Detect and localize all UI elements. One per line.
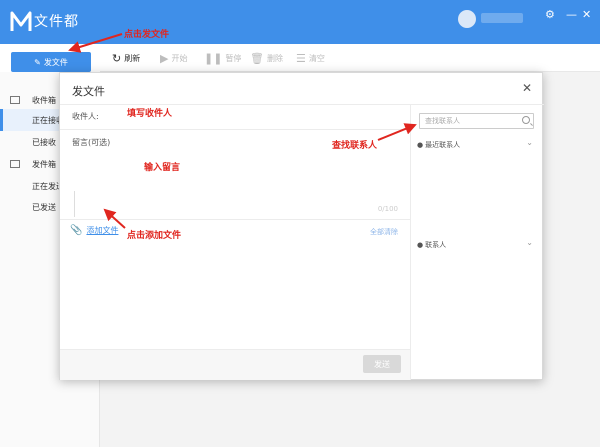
inbox-icon (10, 96, 20, 104)
add-file-button[interactable]: 📎 添加文件 (70, 225, 118, 236)
avatar[interactable] (458, 10, 476, 28)
pause-label: 暂停 (225, 54, 242, 63)
search-icon[interactable] (522, 116, 530, 124)
group-label: 联系人 (425, 241, 447, 249)
delete-label: 删除 (266, 54, 283, 63)
list-icon: ☰ (296, 52, 306, 65)
annotation-click-add: 点击添加文件 (127, 231, 182, 241)
divider (60, 219, 410, 220)
close-icon[interactable]: ✕ (522, 81, 532, 95)
toolbar: ↻ 刷新 ▶ 开始 ❚❚ 暂停 🗑 删除 ☰ 清空 (100, 44, 600, 72)
chevron-down-icon[interactable]: ⌄ (526, 138, 533, 147)
start-button[interactable]: ▶ 开始 (160, 52, 187, 65)
group-label: 最近联系人 (425, 141, 461, 149)
clear-button[interactable]: ☰ 清空 (296, 52, 325, 65)
refresh-button[interactable]: ↻ 刷新 (112, 52, 140, 65)
app-title: 文件都 (34, 14, 79, 30)
message-count: 0/100 (377, 205, 398, 213)
delete-button[interactable]: 🗑 删除 (250, 52, 283, 65)
play-icon: ▶ (160, 52, 169, 65)
annotation-fill-recipient: 填写收件人 (127, 109, 173, 119)
trash-icon: 🗑 (250, 52, 264, 65)
send-file-button[interactable]: ✎ 发文件 (11, 52, 91, 72)
sidebar-item-label: 发件箱 (32, 159, 56, 169)
user-name[interactable] (481, 13, 523, 23)
pause-icon: ❚❚ (204, 52, 223, 65)
dialog-title: 发文件 (72, 85, 105, 98)
message-input[interactable]: 0/100 (74, 191, 406, 217)
sidebar-item-label: 已接收 (32, 137, 56, 147)
annotation-find-contact: 查找联系人 (332, 141, 378, 151)
divider (60, 129, 410, 130)
annotation-input-message: 输入留言 (144, 163, 181, 173)
close-window-button[interactable]: ✕ (582, 8, 591, 21)
refresh-label: 刷新 (124, 54, 141, 63)
send-file-label: 发文件 (43, 57, 68, 67)
app-logo-icon (10, 11, 32, 31)
message-label: 留言(可选) (72, 138, 111, 147)
outbox-icon (10, 160, 20, 168)
gear-icon[interactable]: ⚙ (545, 8, 555, 21)
sidebar-item-label: 收件箱 (32, 95, 56, 105)
chevron-down-icon[interactable]: ⌄ (526, 238, 533, 247)
pause-button[interactable]: ❚❚ 暂停 (204, 52, 241, 65)
search-input[interactable] (420, 114, 518, 128)
edit-icon: ✎ (34, 57, 41, 67)
bullet-icon: ● (417, 241, 424, 249)
title-bar: 文件都 ⚙ — ✕ (0, 0, 600, 44)
start-label: 开始 (171, 54, 188, 63)
annotation-click-send: 点击发文件 (124, 30, 170, 40)
recipient-label: 收件人: (72, 112, 99, 121)
refresh-icon: ↻ (112, 52, 122, 65)
minimize-button[interactable]: — (566, 8, 577, 21)
sidebar-item-label: 已发送 (32, 202, 56, 212)
dialog-footer: 发送 (60, 349, 410, 380)
group-recent-contacts[interactable]: ● 最近联系人 (417, 140, 460, 150)
paperclip-icon: 📎 (70, 225, 83, 236)
contact-search[interactable] (419, 113, 534, 129)
clear-label: 清空 (308, 54, 325, 63)
add-file-label: 添加文件 (86, 226, 119, 235)
contacts-pane: ● 最近联系人 ⌄ ● 联系人 ⌄ (410, 105, 543, 380)
bullet-icon: ● (417, 141, 424, 149)
clear-all-link[interactable]: 全部清除 (370, 227, 398, 237)
send-button[interactable]: 发送 (363, 355, 401, 373)
group-contacts[interactable]: ● 联系人 (417, 240, 446, 250)
